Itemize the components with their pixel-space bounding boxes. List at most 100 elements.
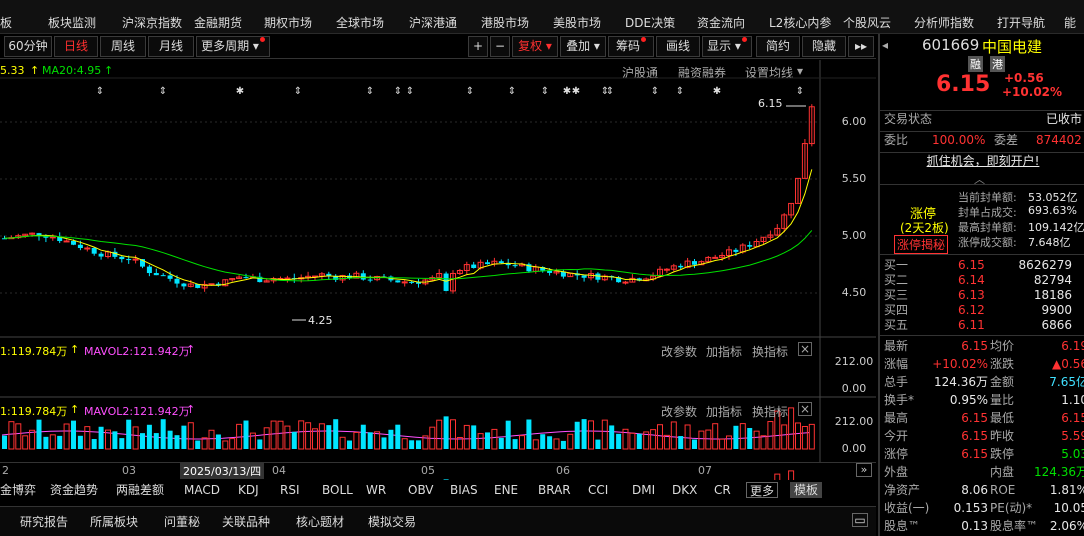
bottom-tab[interactable]: 所属板块 xyxy=(90,513,138,530)
menu-item[interactable]: 个股风云 xyxy=(843,14,891,32)
candle-body xyxy=(84,247,91,250)
quote-value: 2.06% xyxy=(1049,519,1084,533)
candle-body xyxy=(284,277,291,280)
more-period-button[interactable]: 更多周期 ▾ xyxy=(196,36,270,57)
candle-body xyxy=(443,273,449,291)
indicator-tab[interactable]: CCI xyxy=(588,482,608,498)
weicha-value: 874402 xyxy=(1036,133,1082,147)
menu-item[interactable]: 期权市场 xyxy=(264,14,312,32)
menu-item[interactable]: 金融期货 xyxy=(194,14,242,32)
menu-item[interactable]: 资金流向 xyxy=(697,14,745,32)
scroll-right-icon[interactable]: » xyxy=(856,463,872,477)
indicator-tab[interactable]: ENE xyxy=(494,482,518,498)
chevron-down-icon: ▾ xyxy=(542,39,552,53)
candle-body xyxy=(512,265,518,267)
change-param-link[interactable]: 改参数 xyxy=(661,343,697,360)
top-menu-bar: 板 板块监测 沪深京指数 金融期货 期权市场 全球市场 沪深港通 港股市场 美股市场 DDE决策 资… xyxy=(0,0,1084,34)
chart-grid xyxy=(0,60,876,462)
menu-item[interactable]: 港股市场 xyxy=(481,14,529,32)
indicator-tab[interactable]: MACD xyxy=(184,482,220,498)
indicator-tab[interactable]: WR xyxy=(366,482,386,498)
zoom-in-button[interactable]: + xyxy=(468,36,488,57)
bottom-tab[interactable]: 关联品种 xyxy=(222,513,270,530)
indicator-tab[interactable]: 两融差额 xyxy=(116,482,164,498)
menu-item[interactable]: 沪深京指数 xyxy=(122,14,182,32)
menu-item[interactable]: 全球市场 xyxy=(336,14,384,32)
candle-body xyxy=(132,258,139,261)
indicator-tab[interactable]: DMI xyxy=(632,482,655,498)
volume-bar xyxy=(801,425,808,450)
menu-item[interactable]: 分析师指数 xyxy=(914,14,974,32)
panel-toggle-icon[interactable]: ▭ xyxy=(852,513,868,527)
menu-item[interactable]: L2核心内参 xyxy=(769,14,831,32)
indicator-tab[interactable]: BRAR xyxy=(538,482,571,498)
period-day-button[interactable]: 日线 xyxy=(54,36,98,57)
add-indicator-link[interactable]: 加指标 xyxy=(706,403,742,420)
bid-row[interactable]: 买四 6.12 9900 xyxy=(880,302,1084,318)
menu-item[interactable]: 板 xyxy=(0,14,12,32)
date-tick: 03 xyxy=(122,464,136,477)
indicator-tab[interactable]: BIAS xyxy=(450,482,478,498)
overlay-button[interactable]: 叠加 ▾ xyxy=(560,36,606,57)
chips-button[interactable]: 筹码 xyxy=(608,36,654,57)
quote-value: 6.15 xyxy=(961,429,988,443)
bottom-tab[interactable]: 模拟交易 xyxy=(368,513,416,530)
menu-item[interactable]: 美股市场 xyxy=(553,14,601,32)
draw-line-button[interactable]: 画线 xyxy=(656,36,700,57)
change-param-link[interactable]: 改参数 xyxy=(661,403,697,420)
indicator-tab[interactable]: DKX xyxy=(672,482,697,498)
zoom-out-button[interactable]: − xyxy=(490,36,510,57)
menu-item[interactable]: 板块监测 xyxy=(48,14,96,32)
bid-row[interactable]: 买五 6.11 6866 xyxy=(880,317,1084,333)
display-button[interactable]: 显示 ▾ xyxy=(702,36,752,57)
open-account-link[interactable]: 抓住机会，即刻开户! xyxy=(880,152,1084,168)
menu-item[interactable]: DDE决策 xyxy=(625,14,675,32)
bid-level-label: 买三 xyxy=(884,288,909,302)
close-icon[interactable]: × xyxy=(798,342,812,356)
bid-row[interactable]: 买三 6.13 18186 xyxy=(880,287,1084,303)
candle-body xyxy=(747,245,753,247)
volume-bar xyxy=(229,438,236,450)
bid-row[interactable]: 买一 6.15 8626279 xyxy=(880,257,1084,273)
collapse-left-icon[interactable]: ◂ xyxy=(882,38,888,52)
period-month-button[interactable]: 月线 xyxy=(148,36,194,57)
indicator-tab[interactable]: BOLL xyxy=(322,482,353,498)
bid-row[interactable]: 买二 6.14 82794 xyxy=(880,272,1084,288)
menu-item[interactable]: 能 xyxy=(1064,14,1076,32)
simplified-button[interactable]: 简约 xyxy=(756,36,800,57)
quote-panel: ◂ 601669 中国电建 融 港 6.15 +0.56 +10.02% 交易状… xyxy=(878,34,1084,536)
indicator-tab[interactable]: 更多 xyxy=(746,482,779,498)
expand-right-icon[interactable]: ▸▸ xyxy=(848,36,874,57)
event-mark-icon: ✱ xyxy=(572,86,580,97)
trade-status-row: 交易状态 已收市 xyxy=(880,110,1084,126)
swap-indicator-link[interactable]: 换指标 xyxy=(752,403,788,420)
high-price-label: 6.15 xyxy=(758,97,783,110)
bottom-tab[interactable]: 问董秘 xyxy=(164,513,200,530)
volume-bar xyxy=(601,419,608,450)
event-marks: ⇕ ⇕ ✱ ⇕ ⇕ ⇕ ⇕ ⇕ ⇕ ⇕ ✱ ✱ ⇕⇕ ⇕ ⇕ ✱ ⇕ xyxy=(96,86,804,97)
indicator-tab[interactable]: KDJ xyxy=(238,482,259,498)
indicator-tab[interactable]: CR xyxy=(714,482,731,498)
volume-bar xyxy=(257,439,263,449)
indicator-tab[interactable]: 模板 xyxy=(790,482,823,498)
volume-bar xyxy=(409,440,415,449)
swap-indicator-link[interactable]: 换指标 xyxy=(752,343,788,360)
indicator-tab[interactable]: 资金趋势 xyxy=(50,482,98,498)
menu-item[interactable]: 打开导航 xyxy=(997,14,1045,32)
indicator-tab[interactable]: 金博弈 xyxy=(0,482,36,498)
more-period-label: 更多周期 xyxy=(201,39,250,53)
indicator-tab[interactable]: RSI xyxy=(280,482,300,498)
menu-item[interactable]: 沪深港通 xyxy=(409,14,457,32)
bottom-tab[interactable]: 研究报告 xyxy=(20,513,68,530)
add-indicator-link[interactable]: 加指标 xyxy=(706,343,742,360)
volume-bar xyxy=(98,426,104,449)
period-60min-button[interactable]: 60分钟 xyxy=(4,36,52,57)
indicator-tab[interactable]: OBV xyxy=(408,482,434,498)
bottom-tab[interactable]: 核心题材 xyxy=(296,513,344,530)
limit-up-reveal-button[interactable]: 涨停揭秘 xyxy=(894,235,949,254)
close-icon[interactable]: × xyxy=(798,402,812,416)
hide-button[interactable]: 隐藏 xyxy=(802,36,846,57)
period-week-button[interactable]: 周线 xyxy=(100,36,146,57)
candle-body xyxy=(401,281,408,284)
fuquan-button[interactable]: 复权 ▾ xyxy=(512,36,558,57)
